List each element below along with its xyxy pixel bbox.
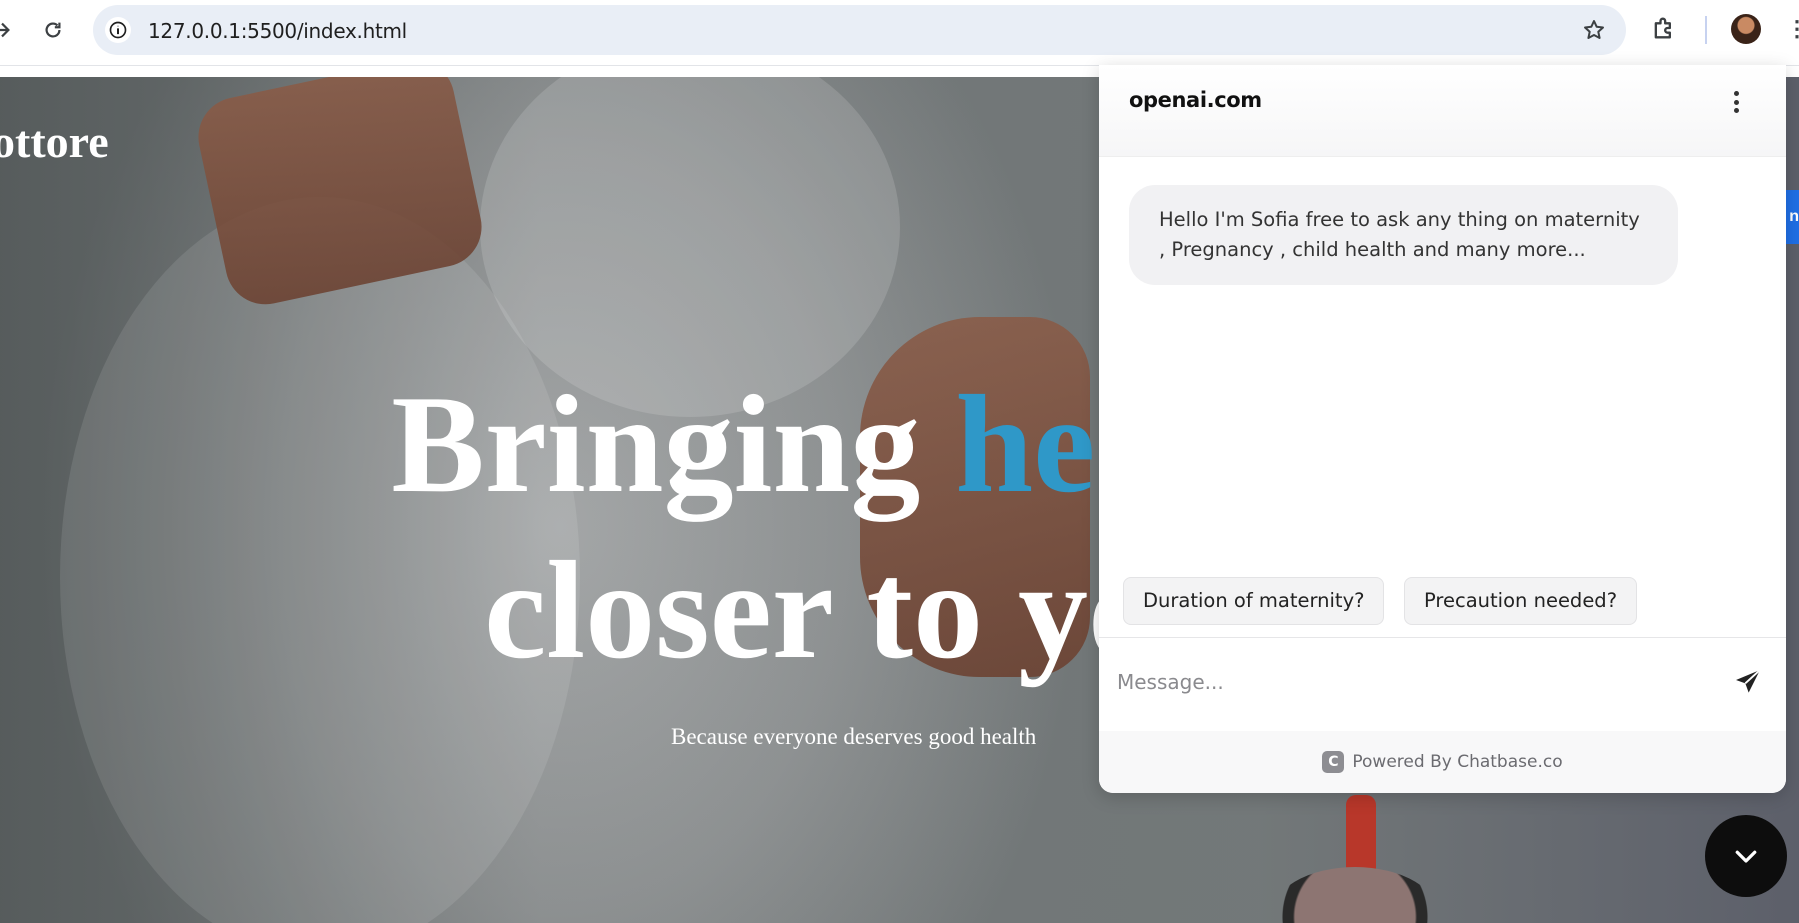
extensions-icon[interactable] xyxy=(1650,14,1678,47)
hero-subtitle: Because everyone deserves good health xyxy=(671,724,1037,749)
hero-title-prefix: Bringing xyxy=(391,367,956,522)
chat-header: openai.com xyxy=(1099,65,1786,157)
suggestion-chip[interactable]: Precaution needed? xyxy=(1404,577,1638,625)
forward-icon[interactable] xyxy=(0,14,18,46)
send-icon[interactable] xyxy=(1732,666,1764,698)
more-icon[interactable]: ⋮ xyxy=(1786,16,1799,44)
site-info-icon[interactable] xyxy=(105,17,131,43)
profile-avatar[interactable] xyxy=(1731,14,1761,44)
site-logo[interactable]: ottore xyxy=(0,115,109,168)
suggestion-chip[interactable]: Duration of maternity? xyxy=(1123,577,1385,625)
powered-by-text[interactable]: Powered By Chatbase.co xyxy=(1352,752,1562,772)
reload-icon[interactable] xyxy=(37,14,69,46)
address-bar[interactable]: 127.0.0.1:5500/index.html xyxy=(93,5,1626,55)
url-text[interactable]: 127.0.0.1:5500/index.html xyxy=(148,19,407,43)
chevron-down-icon xyxy=(1735,850,1757,863)
bookmark-star-icon[interactable] xyxy=(1582,18,1606,47)
chatbase-logo-icon: C xyxy=(1322,751,1345,773)
powered-by-brand: Chatbase.co xyxy=(1457,752,1563,772)
chat-widget: openai.com Hello I'm Sofia free to ask a… xyxy=(1099,65,1786,793)
stethoscope-shape xyxy=(1270,867,1440,923)
chat-title: openai.com xyxy=(1129,88,1262,112)
toolbar-separator xyxy=(1705,16,1707,44)
bot-message-bubble: Hello I'm Sofia free to ask any thing on… xyxy=(1129,185,1678,285)
chat-toggle-button[interactable] xyxy=(1705,815,1787,897)
browser-toolbar: 127.0.0.1:5500/index.html ⋮ xyxy=(0,0,1799,66)
powered-by-prefix: Powered By xyxy=(1352,752,1458,772)
message-input[interactable] xyxy=(1117,660,1697,704)
chat-composer xyxy=(1099,637,1786,731)
chat-menu-icon[interactable] xyxy=(1726,87,1746,117)
chat-footer: C Powered By Chatbase.co xyxy=(1099,731,1786,793)
